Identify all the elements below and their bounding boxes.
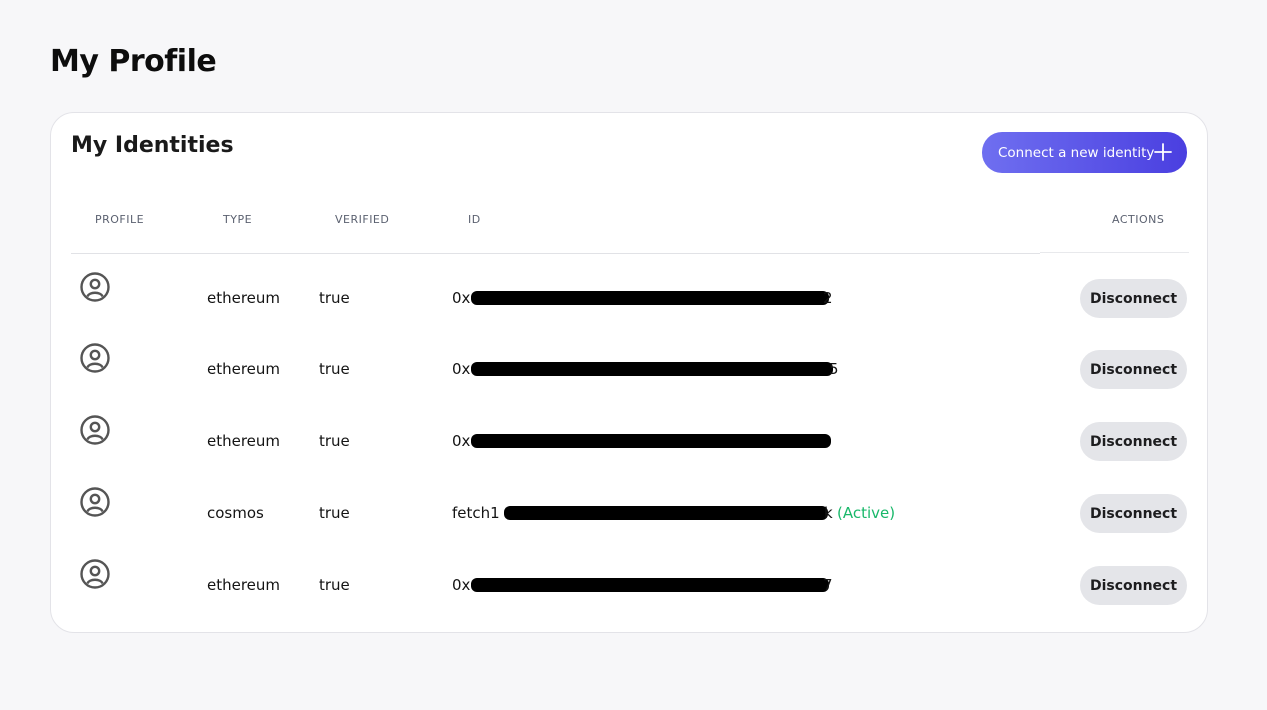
id-cell: 0x 7 <box>452 576 833 594</box>
verified-cell: true <box>319 432 350 450</box>
id-prefix: 0x <box>452 432 471 450</box>
user-circle-icon <box>80 559 110 589</box>
disconnect-button[interactable]: Disconnect <box>1080 279 1187 318</box>
header-profile: PROFILE <box>95 213 145 226</box>
header-actions: ACTIONS <box>1112 213 1165 226</box>
header-divider-right <box>1040 252 1189 253</box>
type-cell: ethereum <box>207 576 281 594</box>
id-redaction <box>471 578 829 592</box>
id-suffix: 2 <box>823 289 833 307</box>
id-redaction <box>471 291 829 305</box>
id-redaction <box>471 362 833 376</box>
type-cell: ethereum <box>207 432 281 450</box>
verified-cell: true <box>319 504 350 522</box>
disconnect-button[interactable]: Disconnect <box>1080 422 1187 461</box>
user-circle-icon <box>80 415 110 445</box>
header-verified: VERIFIED <box>335 213 390 226</box>
disconnect-button[interactable]: Disconnect <box>1080 566 1187 605</box>
user-circle-icon <box>80 343 110 373</box>
type-cell: ethereum <box>207 360 281 378</box>
id-redaction <box>471 434 831 448</box>
id-cell: 0x 2 <box>452 289 833 307</box>
user-circle-icon <box>80 487 110 517</box>
id-prefix: 0x <box>452 576 471 594</box>
table-row: ethereum true 0x 5 Disconnect <box>51 332 1207 404</box>
table-row: ethereum true 0x 7 Disconnect <box>51 548 1207 620</box>
id-cell: 0x <box>452 432 832 450</box>
table-row: cosmos true fetch1 k (Active) Disconnect <box>51 476 1207 548</box>
identities-card: My Identities Connect a new identity PRO… <box>50 112 1208 633</box>
id-suffix: 7 <box>823 576 833 594</box>
connect-button-label: Connect a new identity <box>998 144 1155 161</box>
header-divider <box>71 253 1040 254</box>
card-title: My Identities <box>71 133 234 158</box>
verified-cell: true <box>319 289 350 307</box>
verified-cell: true <box>319 576 350 594</box>
id-cell: fetch1 k (Active) <box>452 504 912 522</box>
header-type: TYPE <box>223 213 253 226</box>
id-prefix: fetch1 <box>452 504 500 522</box>
id-prefix: 0x <box>452 360 471 378</box>
type-cell: ethereum <box>207 289 281 307</box>
id-prefix: 0x <box>452 289 471 307</box>
id-suffix: 5 <box>829 360 839 378</box>
connect-new-identity-button[interactable]: Connect a new identity <box>982 132 1187 173</box>
page-title: My Profile <box>50 44 217 79</box>
verified-cell: true <box>319 360 350 378</box>
id-redaction <box>504 506 828 520</box>
table-row: ethereum true 0x Disconnect <box>51 404 1207 476</box>
user-circle-icon <box>80 272 110 302</box>
type-cell: cosmos <box>207 504 264 522</box>
active-badge: (Active) <box>837 504 896 522</box>
id-cell: 0x 5 <box>452 360 842 378</box>
table-row: ethereum true 0x 2 Disconnect <box>51 261 1207 333</box>
disconnect-button[interactable]: Disconnect <box>1080 350 1187 389</box>
disconnect-button[interactable]: Disconnect <box>1080 494 1187 533</box>
header-id: ID <box>468 213 481 226</box>
id-suffix: k <box>824 504 833 522</box>
plus-icon <box>1154 143 1172 161</box>
